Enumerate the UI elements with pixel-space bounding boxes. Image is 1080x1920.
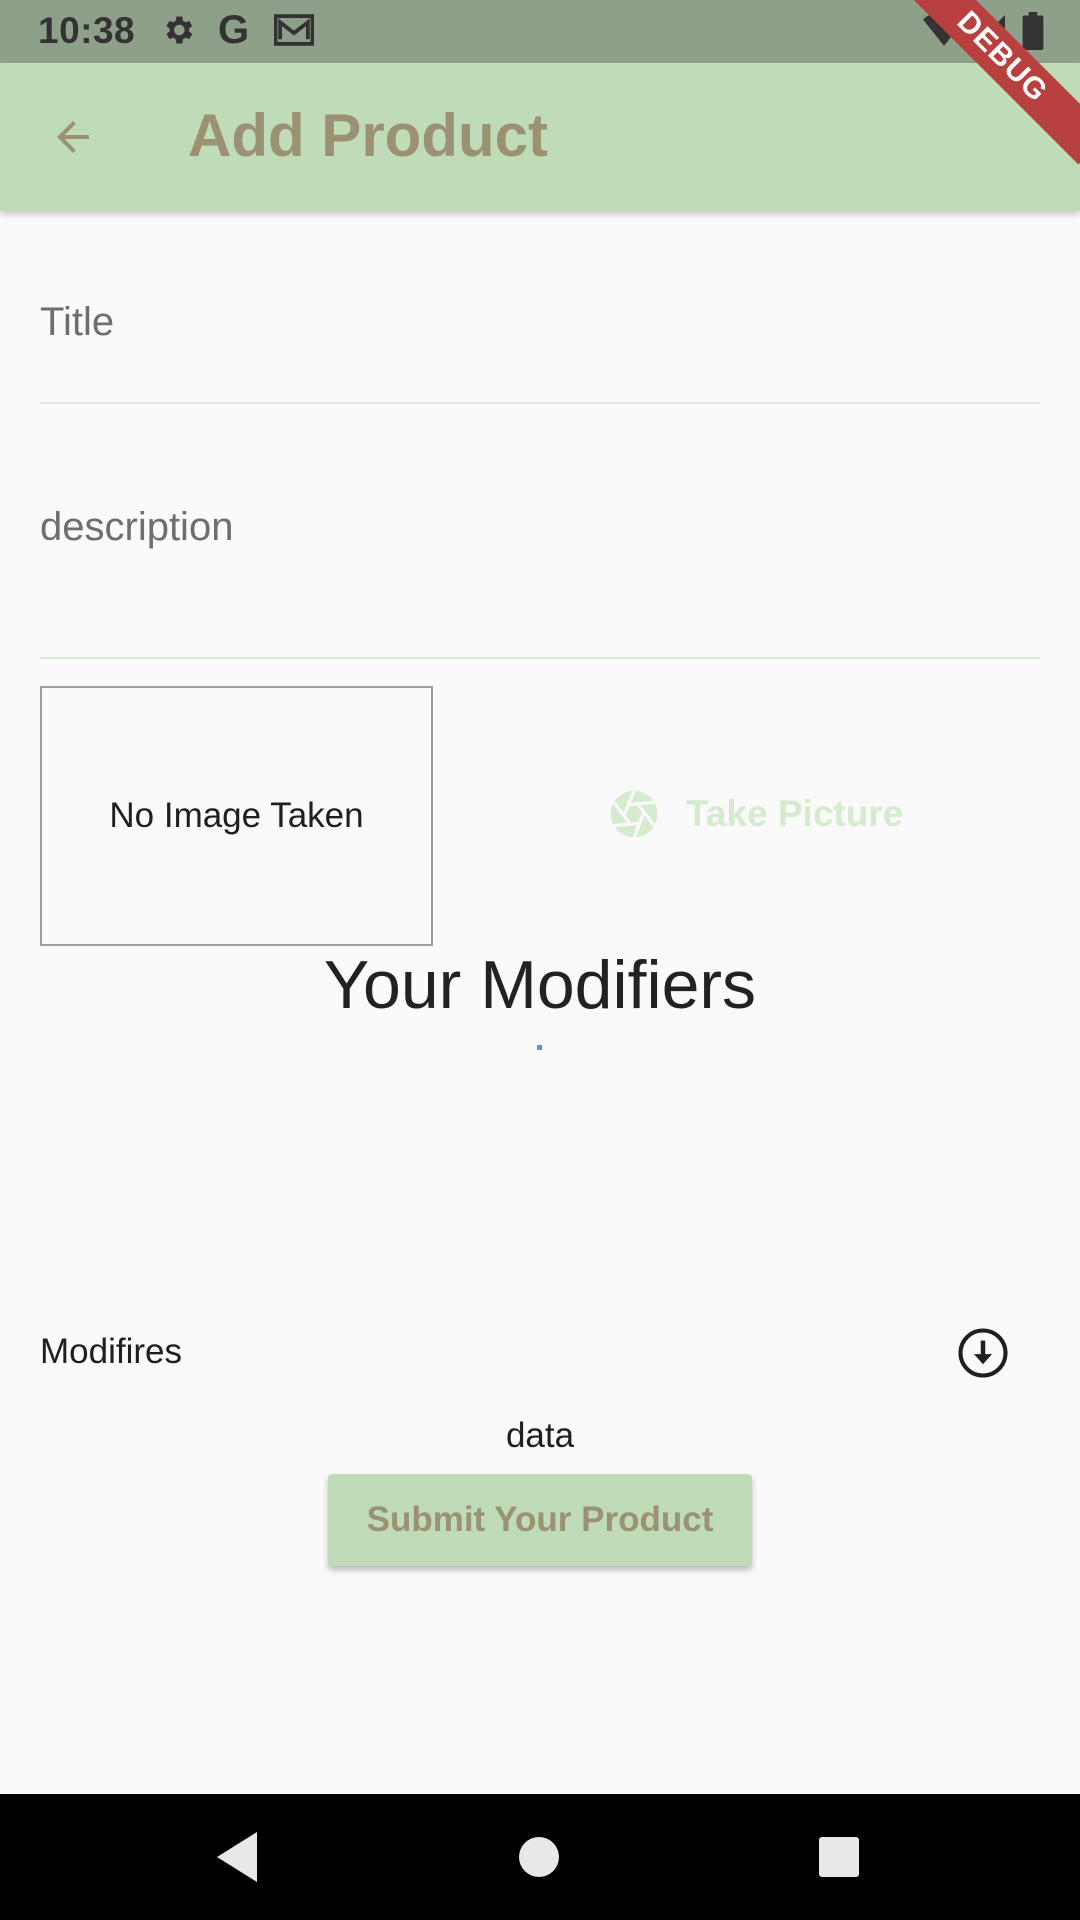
submit-product-button[interactable]: Submit Your Product — [328, 1474, 752, 1566]
take-picture-button[interactable]: Take Picture — [606, 786, 903, 842]
title-placeholder: Title — [40, 300, 115, 344]
back-button[interactable] — [38, 105, 108, 169]
modifiers-heading: Your Modifiers — [323, 947, 757, 1023]
page-title: Add Product — [188, 102, 548, 169]
google-icon: G — [218, 8, 250, 52]
mail-icon — [273, 12, 315, 53]
navigation-bar — [0, 1794, 1080, 1920]
image-placeholder-text: No Image Taken — [109, 796, 364, 835]
modifiers-dropdown-label: Modifires — [40, 1332, 182, 1371]
title-field[interactable]: Title — [40, 263, 1040, 404]
data-text: data — [505, 1416, 575, 1455]
arrow-circle-down-icon[interactable] — [956, 1326, 1010, 1380]
description-field[interactable]: description — [40, 465, 1040, 659]
app-bar: Add Product — [0, 63, 1080, 211]
image-preview-box: No Image Taken — [40, 686, 433, 946]
home-circle-icon[interactable] — [506, 1824, 572, 1890]
back-triangle-icon[interactable] — [206, 1824, 272, 1890]
arrow-back-icon — [57, 121, 89, 153]
gear-icon — [160, 12, 196, 53]
loading-indicator — [537, 1045, 542, 1050]
camera-shutter-icon — [610, 790, 658, 838]
description-placeholder: description — [40, 505, 234, 549]
modifiers-dropdown[interactable]: Modifires — [40, 1320, 1010, 1385]
status-time: 10:38 — [38, 10, 136, 51]
take-picture-label: Take Picture — [686, 793, 904, 834]
recents-square-icon[interactable] — [806, 1824, 872, 1890]
status-bar: 10:38 G — [0, 0, 1080, 63]
